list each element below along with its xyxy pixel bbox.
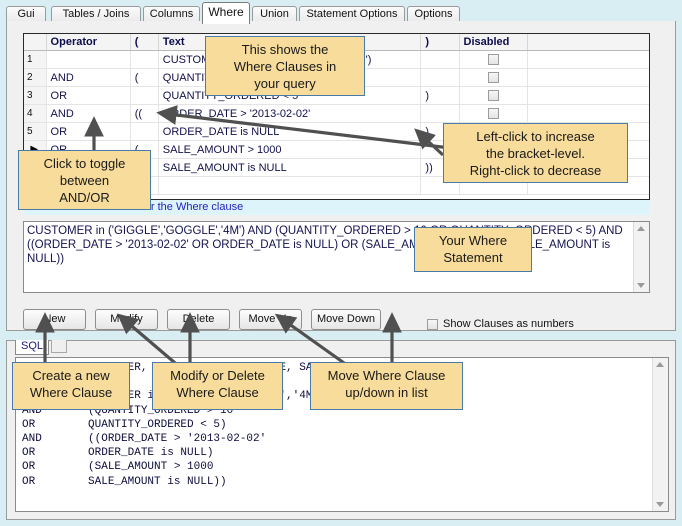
col-header-close[interactable]: ): [420, 34, 460, 51]
col-header-open[interactable]: (: [130, 34, 159, 51]
row-number: 5: [24, 122, 47, 141]
disabled-checkbox[interactable]: [487, 90, 499, 102]
cell-filler: [527, 68, 649, 87]
table-row[interactable]: 4 AND (( ORDER_DATE > '2013-02-02': [24, 104, 649, 123]
show-clauses-as-numbers-label: Show Clauses as numbers: [443, 318, 574, 330]
show-clauses-as-numbers-checkbox[interactable]: [427, 318, 438, 330]
cell-open-paren[interactable]: ((: [130, 104, 159, 123]
callout-grid-info: This shows the Where Clauses in your que…: [205, 36, 365, 96]
cell-open-paren[interactable]: [130, 86, 159, 105]
cell-filler: [527, 86, 649, 105]
tab-sql[interactable]: SQL: [15, 340, 49, 355]
cell-text[interactable]: [158, 176, 422, 195]
callout-create-new-clause: Create a new Where Clause: [12, 362, 130, 410]
modify-button[interactable]: Modify: [95, 309, 158, 330]
callout-where-statement: Your Where Statement: [414, 227, 532, 272]
cell-operator[interactable]: OR: [46, 122, 131, 141]
row-number: 1: [24, 50, 47, 69]
where-statement-scrollbar[interactable]: [633, 222, 649, 292]
cell-disabled[interactable]: [459, 68, 528, 87]
tab-tables-joins[interactable]: Tables / Joins: [51, 6, 141, 22]
cell-disabled[interactable]: [459, 86, 528, 105]
where-statement-textarea[interactable]: CUSTOMER in ('GIGGLE','GOGGLE','4M') AND…: [23, 221, 650, 293]
scroll-down-icon[interactable]: [637, 283, 645, 288]
tab-where[interactable]: Where: [202, 2, 250, 24]
cell-filler: [527, 104, 649, 123]
where-clause-builder-window: Gui Tables / Joins Columns Where Union S…: [0, 0, 682, 526]
main-tabstrip: Gui Tables / Joins Columns Where Union S…: [6, 2, 676, 24]
col-header-rownum: [24, 34, 47, 51]
move-up-button[interactable]: Move Up: [239, 309, 302, 330]
col-header-operator[interactable]: Operator: [46, 34, 131, 51]
tab-gui[interactable]: Gui: [6, 6, 46, 22]
col-header-filler: [527, 34, 649, 51]
show-clauses-as-numbers-row[interactable]: Show Clauses as numbers: [427, 318, 574, 330]
cell-operator[interactable]: AND: [46, 68, 131, 87]
sql-scrollbar[interactable]: [652, 358, 668, 511]
cell-open-paren[interactable]: [130, 50, 159, 69]
scroll-down-icon[interactable]: [656, 502, 664, 507]
disabled-checkbox[interactable]: [487, 108, 499, 120]
col-header-disabled[interactable]: Disabled: [459, 34, 528, 51]
delete-button[interactable]: Delete: [167, 309, 230, 330]
row-number: 4: [24, 104, 47, 123]
scroll-up-icon[interactable]: [637, 226, 645, 231]
cell-close-paren[interactable]: [420, 50, 460, 69]
cell-operator[interactable]: OR: [46, 86, 131, 105]
cell-disabled[interactable]: [459, 50, 528, 69]
cell-text[interactable]: ORDER_DATE > '2013-02-02': [158, 104, 422, 123]
new-button[interactable]: New: [23, 309, 86, 330]
callout-bracket-level: Left-click to increase the bracket-level…: [443, 123, 628, 183]
callout-modify-delete-clause: Modify or Delete Where Clause: [152, 362, 283, 410]
tab-sql-extra[interactable]: [51, 340, 67, 353]
cell-close-paren[interactable]: [420, 104, 460, 123]
move-down-button[interactable]: Move Down: [311, 309, 381, 330]
where-statement-value: CUSTOMER in ('GIGGLE','GOGGLE','4M') AND…: [27, 225, 626, 265]
tab-union[interactable]: Union: [252, 6, 297, 22]
cell-disabled[interactable]: [459, 104, 528, 123]
tab-columns[interactable]: Columns: [143, 6, 200, 22]
tab-options[interactable]: Options: [407, 6, 460, 22]
row-number: 2: [24, 68, 47, 87]
cell-operator[interactable]: [46, 50, 131, 69]
scroll-up-icon[interactable]: [656, 362, 664, 367]
row-number: 3: [24, 86, 47, 105]
cell-text[interactable]: SALE_AMOUNT > 1000: [158, 140, 422, 159]
cell-close-paren[interactable]: [420, 68, 460, 87]
cell-text[interactable]: SALE_AMOUNT is NULL: [158, 158, 422, 177]
cell-open-paren[interactable]: (: [130, 68, 159, 87]
callout-move-clause: Move Where Clause up/down in list: [310, 362, 463, 410]
cell-operator[interactable]: AND: [46, 104, 131, 123]
disabled-checkbox[interactable]: [487, 54, 499, 66]
tab-statement-options[interactable]: Statement Options: [299, 6, 405, 22]
cell-close-paren[interactable]: ): [420, 86, 460, 105]
disabled-checkbox[interactable]: [487, 72, 499, 84]
cell-filler: [527, 50, 649, 69]
callout-toggle-andor: Click to toggle between AND/OR: [18, 150, 151, 210]
cell-text[interactable]: ORDER_DATE is NULL: [158, 122, 422, 141]
cell-open-paren[interactable]: [130, 122, 159, 141]
